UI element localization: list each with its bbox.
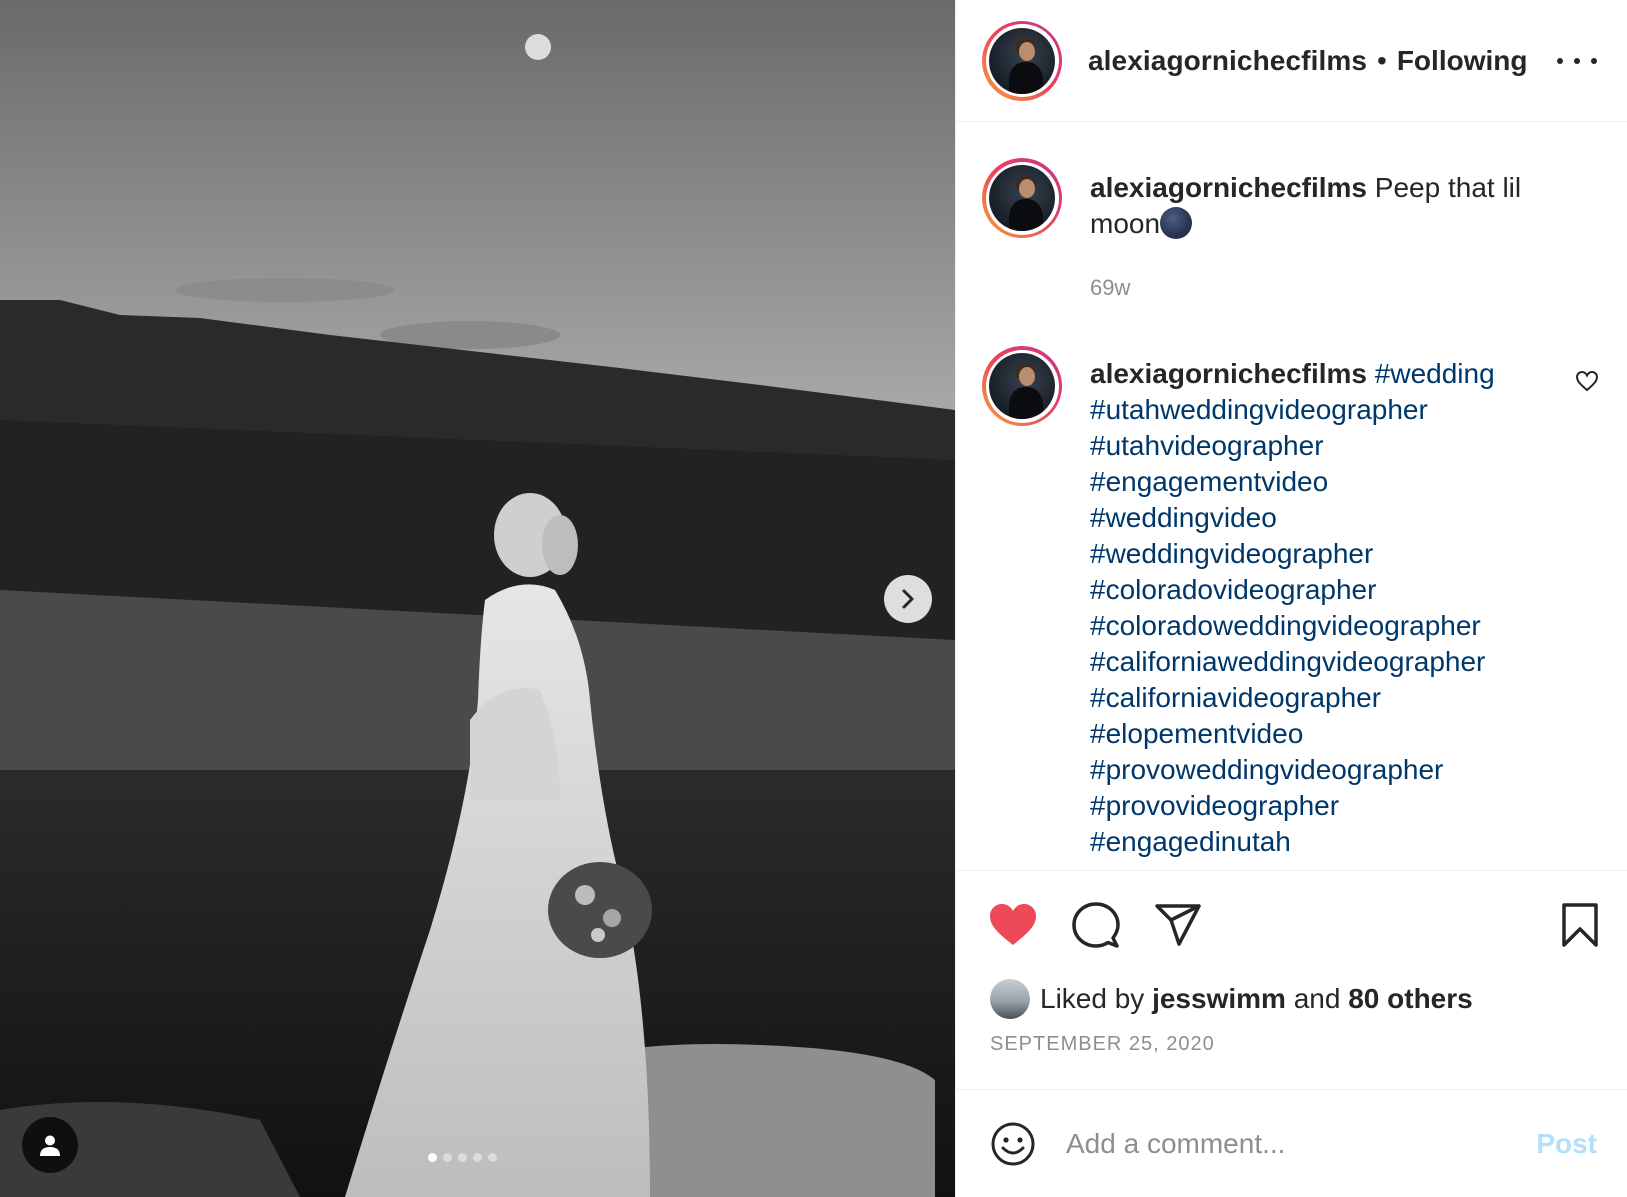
- comment-username[interactable]: alexiagornichecfilms: [1090, 358, 1367, 389]
- hashtag[interactable]: #californiavideographer: [1090, 680, 1530, 716]
- hashtag[interactable]: #californiaweddingvideographer: [1090, 644, 1530, 680]
- hashtag[interactable]: #utahvideographer: [1090, 428, 1530, 464]
- more-options-icon[interactable]: [1557, 46, 1597, 76]
- likes-prefix: Liked by: [1040, 983, 1145, 1014]
- header-separator: •: [1377, 44, 1387, 76]
- liker-username[interactable]: jesswimm: [1152, 983, 1286, 1015]
- commenter-avatar[interactable]: [982, 346, 1062, 426]
- hashtag[interactable]: #engagedinutah: [1090, 824, 1530, 860]
- carousel-dot: [473, 1153, 482, 1162]
- action-bar: [956, 871, 1627, 979]
- hashtag[interactable]: #utahweddingvideographer: [1090, 392, 1530, 428]
- hashtag[interactable]: #weddingvideo: [1090, 500, 1530, 536]
- comment-input[interactable]: [1066, 1127, 1537, 1160]
- carousel-dot: [458, 1153, 467, 1162]
- hashtag[interactable]: #engagementvideo: [1090, 464, 1530, 500]
- emoji-icon[interactable]: [990, 1121, 1036, 1167]
- hashtag[interactable]: #provoweddingvideographer: [1090, 752, 1530, 788]
- post-media[interactable]: [0, 0, 955, 1197]
- carousel-dot: [443, 1153, 452, 1162]
- heart-filled-icon: [990, 904, 1036, 945]
- like-button[interactable]: [988, 903, 1038, 947]
- hashtag[interactable]: #coloradoweddingvideographer: [1090, 608, 1530, 644]
- author-username[interactable]: alexiagornichecfilms: [1088, 45, 1367, 77]
- post-photo: [0, 0, 955, 1197]
- post-comment-button[interactable]: Post: [1536, 1128, 1597, 1160]
- commenter-avatar[interactable]: [982, 158, 1062, 238]
- new-moon-emoji-icon: [1160, 207, 1193, 239]
- tagged-users-button[interactable]: [22, 1117, 78, 1173]
- carousel-dot: [428, 1153, 437, 1162]
- user-icon: [40, 1135, 60, 1156]
- share-icon: [1155, 904, 1201, 946]
- liker-avatar[interactable]: [990, 979, 1030, 1019]
- caption: alexiagornichecfilms Peep that lil moon …: [982, 158, 1599, 306]
- next-slide-button[interactable]: [884, 575, 932, 623]
- author-avatar[interactable]: [982, 20, 1062, 101]
- likes-conjunction: and: [1293, 983, 1341, 1014]
- save-button[interactable]: [1561, 902, 1599, 948]
- hashtag[interactable]: #weddingvideographer: [1090, 536, 1530, 572]
- comment-time[interactable]: 69w: [1090, 270, 1530, 306]
- post-header: alexiagornichecfilms • Following: [956, 0, 1627, 122]
- carousel-indicator: [428, 1153, 497, 1162]
- comment-icon: [1072, 902, 1120, 948]
- hashtag[interactable]: #elopementvideo: [1090, 716, 1530, 752]
- post-side-panel: alexiagornichecfilms • Following alexiag…: [955, 0, 1627, 1197]
- like-comment-icon[interactable]: [1575, 370, 1599, 392]
- chevron-right-icon: [902, 589, 914, 609]
- post-dialog: alexiagornichecfilms • Following alexiag…: [0, 0, 1627, 1197]
- hashtag[interactable]: #wedding: [1375, 358, 1495, 389]
- share-button[interactable]: [1154, 903, 1202, 947]
- following-button[interactable]: Following: [1397, 45, 1528, 77]
- hashtag-list: #utahweddingvideographer #utahvideograph…: [1090, 392, 1530, 860]
- likes-count-link[interactable]: 80 others: [1348, 983, 1473, 1015]
- comments-section: alexiagornichecfilms Peep that lil moon …: [956, 122, 1627, 871]
- likes-summary: Liked by jesswimm and 80 others: [956, 979, 1627, 1019]
- comment-username[interactable]: alexiagornichecfilms: [1090, 172, 1367, 203]
- post-date[interactable]: SEPTEMBER 25, 2020: [956, 1033, 1627, 1089]
- comment: alexiagornichecfilms #wedding #utahweddi…: [982, 346, 1599, 860]
- add-comment-bar: Post: [956, 1089, 1627, 1197]
- hashtag[interactable]: #provovideographer: [1090, 788, 1530, 824]
- hashtag[interactable]: #coloradovideographer: [1090, 572, 1530, 608]
- bookmark-icon: [1562, 903, 1598, 947]
- comment-button[interactable]: [1072, 901, 1120, 949]
- carousel-dot: [488, 1153, 497, 1162]
